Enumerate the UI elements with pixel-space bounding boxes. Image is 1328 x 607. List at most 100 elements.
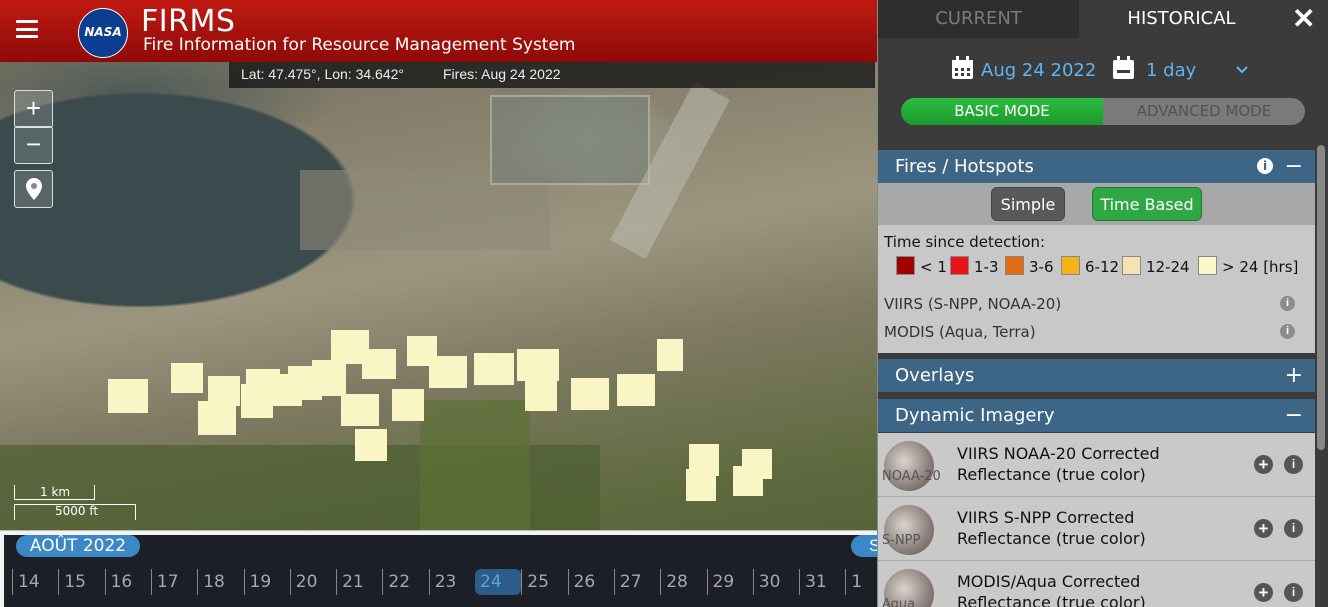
info-icon[interactable]: i (1284, 455, 1303, 474)
timeline-day[interactable]: 24 (475, 569, 521, 595)
timeline-day[interactable]: 17 (150, 569, 197, 595)
satellite-map[interactable]: + − 1 km 5000 ft (0, 0, 877, 607)
fire-hotspot[interactable] (517, 349, 559, 381)
legend-label: 1-3 (974, 258, 999, 276)
mode-toggle[interactable]: BASIC MODE ADVANCED MODE (901, 98, 1305, 125)
timeline-day[interactable]: 20 (289, 569, 336, 595)
imagery-name: VIIRS S-NPP Corrected Reflectance (true … (957, 507, 1146, 549)
fire-hotspot[interactable] (312, 360, 346, 396)
zoom-in-button[interactable]: + (14, 90, 53, 128)
imagery-thumb-label: S-NPP (882, 533, 921, 548)
fire-hotspot[interactable] (525, 379, 557, 411)
layer-panel: CURRENT HISTORICAL ✕ Aug 24 2022 1 day B… (877, 0, 1328, 607)
month-badge: AOÛT 2022 (16, 535, 140, 557)
fire-hotspot[interactable] (198, 401, 236, 435)
tab-historical[interactable]: HISTORICAL (1079, 0, 1284, 38)
scale-km-label: 1 km (40, 485, 71, 499)
timeline-day[interactable]: 19 (243, 569, 290, 595)
timeline-day[interactable]: 23 (428, 569, 475, 595)
basic-mode-button[interactable]: BASIC MODE (901, 98, 1103, 125)
timeline-day[interactable]: 28 (660, 569, 706, 595)
fire-hotspot[interactable] (208, 376, 240, 406)
timeline-day[interactable]: 27 (613, 569, 660, 595)
imagery-item[interactable]: S-NPP VIIRS S-NPP Corrected Reflectance … (878, 497, 1315, 561)
fire-hotspot[interactable] (341, 394, 379, 426)
close-icon[interactable]: ✕ (1292, 2, 1315, 35)
fire-hotspot[interactable] (733, 466, 763, 496)
fire-hotspot[interactable] (392, 389, 424, 421)
fires-section-header[interactable]: Fires / Hotspots i − (878, 150, 1315, 183)
timeline-day[interactable]: 31 (799, 569, 845, 595)
expand-icon[interactable]: + (1285, 359, 1303, 392)
fires-date-readout: Fires: Aug 24 2022 (443, 66, 561, 82)
hamburger-menu-icon[interactable] (16, 20, 38, 38)
timeline-day[interactable]: 25 (521, 569, 567, 595)
imagery-name-line1: MODIS/Aqua Corrected (957, 572, 1141, 591)
app-title: FIRMS (141, 4, 236, 39)
fire-hotspot[interactable] (571, 378, 609, 410)
timeline-day[interactable]: 29 (706, 569, 753, 595)
timeline-day[interactable]: 21 (336, 569, 382, 595)
timeline-day[interactable]: 30 (752, 569, 799, 595)
add-layer-icon[interactable]: + (1254, 519, 1273, 538)
info-icon[interactable]: i (1284, 519, 1303, 538)
app-header: NASA FIRMS Fire Information for Resource… (0, 0, 877, 62)
collapse-icon[interactable]: − (1285, 150, 1303, 183)
map-field (420, 400, 530, 530)
imagery-name-line2: Reflectance (true color) (957, 593, 1146, 607)
timeline-track[interactable]: AOÛT 2022 S 14 15 16 17 18 19 20 21 22 23 24 25 26 27… (4, 535, 881, 607)
scale-ft-label: 5000 ft (55, 504, 99, 518)
fire-hotspot[interactable] (108, 379, 148, 413)
imagery-name: VIIRS NOAA-20 Corrected Reflectance (tru… (957, 443, 1160, 485)
timeline-day[interactable]: 14 (12, 569, 58, 595)
info-icon[interactable]: i (1280, 296, 1295, 311)
collapse-icon[interactable]: − (1285, 399, 1303, 432)
duration-value[interactable]: 1 day (1146, 60, 1196, 81)
chevron-down-icon[interactable] (1235, 65, 1249, 75)
simple-button[interactable]: Simple (991, 187, 1065, 221)
panel-scrollbar[interactable] (1317, 145, 1325, 450)
info-icon[interactable]: i (1257, 158, 1273, 174)
fire-hotspot[interactable] (355, 429, 387, 461)
imagery-name: MODIS/Aqua Corrected Reflectance (true c… (957, 571, 1146, 607)
advanced-mode-button[interactable]: ADVANCED MODE (1103, 98, 1305, 125)
fire-hotspot[interactable] (617, 374, 655, 406)
time-based-button[interactable]: Time Based (1092, 187, 1202, 221)
legend-label: > 24 [hrs] (1222, 258, 1299, 276)
add-layer-icon[interactable]: + (1254, 583, 1273, 602)
imagery-name-line2: Reflectance (true color) (957, 465, 1146, 484)
fire-hotspot[interactable] (474, 353, 514, 385)
timeline-day[interactable]: 16 (104, 569, 151, 595)
fire-hotspot[interactable] (686, 469, 716, 501)
dynamic-imagery-section-header[interactable]: Dynamic Imagery − (878, 399, 1315, 432)
fire-hotspot[interactable] (171, 363, 203, 393)
timeline-day[interactable]: 26 (567, 569, 614, 595)
overlays-section-header[interactable]: Overlays + (878, 359, 1315, 392)
zoom-out-button[interactable]: − (14, 126, 53, 164)
nasa-logo: NASA (78, 8, 128, 58)
imagery-item[interactable]: NOAA-20 VIIRS NOAA-20 Corrected Reflecta… (878, 433, 1315, 497)
fire-hotspot[interactable] (429, 356, 467, 388)
sensor-viirs[interactable]: VIIRS (S-NPP, NOAA-20) (884, 295, 1061, 313)
tab-bar: CURRENT HISTORICAL ✕ (878, 0, 1328, 38)
info-icon[interactable]: i (1280, 324, 1295, 339)
fires-section-title: Fires / Hotspots (895, 156, 1034, 177)
timeline-day[interactable]: 15 (58, 569, 104, 595)
legend-swatch (1122, 256, 1141, 275)
fires-section-body: Simple Time Based Time since detection: … (878, 183, 1315, 353)
timeline[interactable]: AOÛT 2022 S 14 15 16 17 18 19 20 21 22 23 24 25 26 27… (0, 530, 881, 607)
date-value[interactable]: Aug 24 2022 (981, 60, 1096, 81)
fire-hotspot[interactable] (657, 339, 683, 371)
duration-calendar-icon[interactable] (1112, 56, 1135, 80)
location-pin-button[interactable] (14, 170, 53, 208)
timeline-day[interactable]: 22 (382, 569, 428, 595)
timeline-day[interactable]: 18 (197, 569, 243, 595)
calendar-icon[interactable] (951, 56, 974, 80)
add-layer-icon[interactable]: + (1254, 455, 1273, 474)
tab-current[interactable]: CURRENT (878, 0, 1079, 38)
imagery-item[interactable]: Aqua MODIS/Aqua Corrected Reflectance (t… (878, 561, 1315, 607)
info-icon[interactable]: i (1284, 583, 1303, 602)
sensor-modis[interactable]: MODIS (Aqua, Terra) (884, 323, 1036, 341)
fire-hotspot[interactable] (362, 349, 396, 379)
imagery-name-line2: Reflectance (true color) (957, 529, 1146, 548)
